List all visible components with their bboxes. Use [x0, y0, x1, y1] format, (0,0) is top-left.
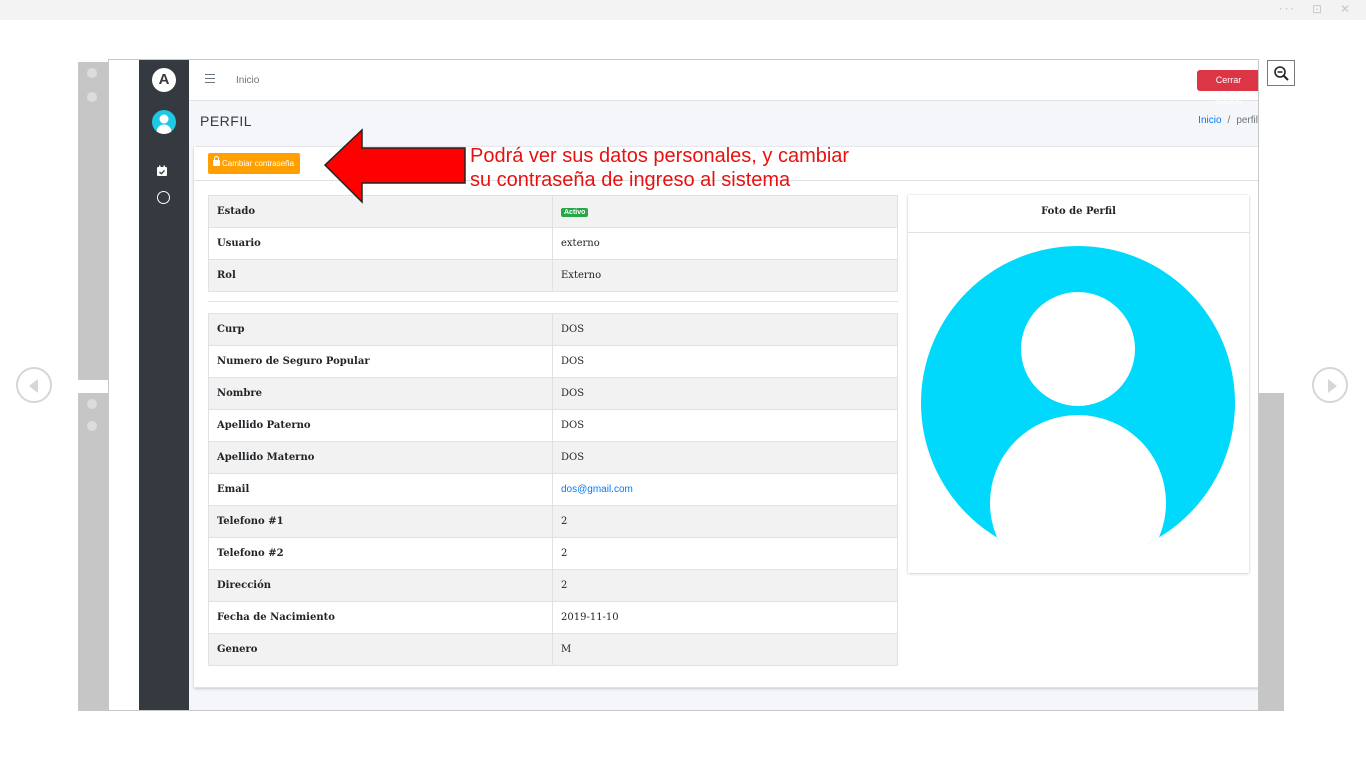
viewer-toolbar: ··· ⊡ ✕: [0, 0, 1366, 20]
table-row: Estado Activo: [208, 195, 898, 228]
row-label: Nombre: [208, 377, 553, 410]
row-value: Externo: [552, 259, 898, 292]
profile-card: Cambiar contraseña Estado Activo Usuario…: [194, 147, 1258, 688]
personal-data-table: Curp DOS Numero de Seguro Popular DOS Nomb…: [208, 313, 898, 666]
table-row: Apellido Paterno DOS: [208, 409, 898, 442]
row-label: Email: [208, 473, 553, 506]
row-value: DOS: [552, 377, 898, 410]
row-label: Numero de Seguro Popular: [208, 345, 553, 378]
row-value: 2019-11-10: [552, 601, 898, 634]
table-row: Numero de Seguro Popular DOS: [208, 345, 898, 378]
table-row: Dirección 2: [208, 569, 898, 602]
sidebar: A: [139, 60, 189, 710]
hamburger-icon[interactable]: [205, 74, 215, 83]
page-title: PERFIL: [200, 113, 253, 129]
annotation-arrow-icon: [323, 128, 466, 204]
status-badge: Activo: [561, 208, 589, 217]
table-row: Curp DOS: [208, 313, 898, 346]
row-value: M: [552, 633, 898, 666]
top-navbar: Inicio Cerrar Sesión: [189, 60, 1258, 106]
annotation-text: Podrá ver sus datos personales, y cambia…: [470, 144, 849, 192]
row-value: DOS: [552, 441, 898, 474]
table-row: Usuario externo: [208, 227, 898, 260]
logout-button[interactable]: Cerrar Sesión: [1197, 70, 1258, 106]
lock-icon: [213, 156, 220, 166]
breadcrumb-home-link[interactable]: Inicio: [1198, 115, 1221, 126]
row-value: DOS: [552, 345, 898, 378]
table-row: Nombre DOS: [208, 377, 898, 410]
row-label: Usuario: [208, 227, 553, 260]
previous-slide-button[interactable]: [16, 367, 52, 403]
breadcrumb-current: perfil: [1236, 115, 1258, 126]
row-label: Telefono #1: [208, 505, 553, 538]
row-value: 2: [552, 537, 898, 570]
row-value: externo: [552, 227, 898, 260]
row-value: DOS: [552, 313, 898, 346]
breadcrumb-separator: /: [1227, 115, 1231, 126]
table-row: Apellido Materno DOS: [208, 441, 898, 474]
row-label: Apellido Materno: [208, 441, 553, 474]
row-value: 2: [552, 505, 898, 538]
app-logo[interactable]: A: [152, 68, 176, 92]
email-link[interactable]: dos@gmail.com: [561, 484, 633, 495]
close-icon[interactable]: ✕: [1340, 2, 1352, 16]
table-row: Genero M: [208, 633, 898, 666]
change-password-button[interactable]: Cambiar contraseña: [208, 153, 301, 174]
row-label: Dirección: [208, 569, 553, 602]
annotation-line-2: su contraseña de ingreso al sistema: [470, 169, 791, 191]
nav-link-inicio[interactable]: Inicio: [236, 75, 259, 86]
table-row: Rol Externo: [208, 259, 898, 292]
row-label: Curp: [208, 313, 553, 346]
zoom-out-button[interactable]: [1267, 60, 1295, 86]
row-value: dos@gmail.com: [552, 473, 898, 506]
row-label: Fecha de Nacimiento: [208, 601, 553, 634]
change-password-label: Cambiar contraseña: [222, 159, 295, 168]
row-label: Rol: [208, 259, 553, 292]
row-label: Genero: [208, 633, 553, 666]
row-value: 2: [552, 569, 898, 602]
calendar-check-icon[interactable]: [156, 162, 168, 176]
profile-photo-card: Foto de Perfil: [908, 195, 1249, 573]
row-value: Activo: [552, 195, 898, 228]
next-slide-button[interactable]: [1312, 367, 1348, 403]
fit-screen-icon[interactable]: ⊡: [1312, 2, 1324, 16]
sidebar-user-avatar[interactable]: [152, 110, 176, 134]
more-icon[interactable]: ···: [1279, 2, 1296, 16]
annotation-line-1: Podrá ver sus datos personales, y cambia…: [470, 145, 850, 167]
user-avatar-icon: [921, 246, 1235, 545]
row-label: Apellido Paterno: [208, 409, 553, 442]
viewer-controls: ··· ⊡ ✕: [1269, 2, 1352, 16]
table-row: Fecha de Nacimiento 2019-11-10: [208, 601, 898, 634]
table-row: Telefono #2 2: [208, 537, 898, 570]
breadcrumb: Inicio / perfil: [1198, 115, 1258, 126]
photo-card-title: Foto de Perfil: [908, 195, 1249, 233]
row-value: DOS: [552, 409, 898, 442]
table-row: Email dos@gmail.com: [208, 473, 898, 506]
zoom-out-icon: [1274, 66, 1289, 81]
background-slide-left-bottom: [78, 393, 108, 711]
section-divider: [208, 301, 898, 302]
table-row: Telefono #1 2: [208, 505, 898, 538]
row-label: Telefono #2: [208, 537, 553, 570]
background-slide-left-top: [78, 62, 108, 380]
circle-icon[interactable]: [157, 191, 170, 204]
account-table: Estado Activo Usuario externo Rol Extern…: [208, 195, 898, 292]
background-slide-right: [1259, 393, 1284, 711]
